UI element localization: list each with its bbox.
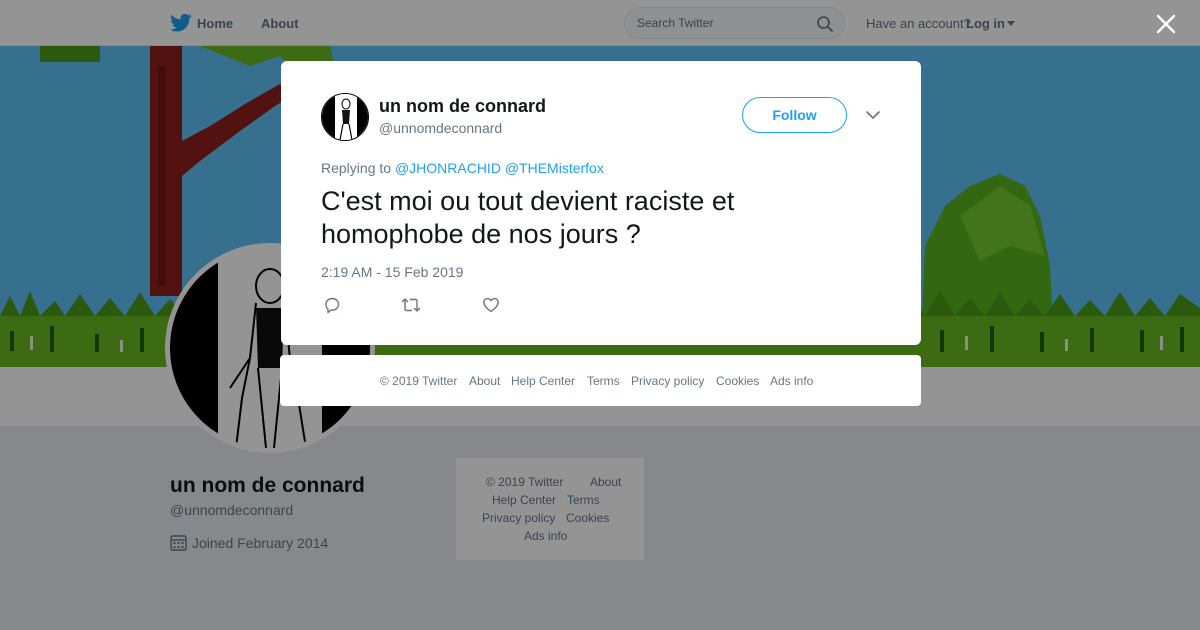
tweet-timestamp[interactable]: 2:19 AM - 15 Feb 2019 <box>321 264 463 280</box>
replying-to: Replying to @JHONRACHID @THEMisterfox <box>321 160 604 176</box>
mention-link[interactable]: @JHONRACHID <box>395 160 501 176</box>
modal-footer-copyright: © 2019 Twitter <box>380 374 458 388</box>
modal-footer: © 2019 Twitter About Help Center Terms P… <box>280 355 921 406</box>
tweet-text: C'est moi ou tout devient raciste et hom… <box>321 186 735 249</box>
modal-footer-cookies-link[interactable]: Cookies <box>716 374 759 388</box>
tweet-author-handle[interactable]: @unnomdeconnard <box>379 120 502 136</box>
retweet-icon[interactable] <box>401 296 421 314</box>
tweet-avatar[interactable] <box>321 93 369 141</box>
modal-footer-terms-link[interactable]: Terms <box>587 374 620 388</box>
tweet-permalink-card: un nom de connard @unnomdeconnard Follow… <box>281 61 921 345</box>
heart-icon[interactable] <box>482 296 500 314</box>
modal-footer-ads-link[interactable]: Ads info <box>770 374 813 388</box>
follow-button[interactable]: Follow <box>742 97 847 133</box>
modal-footer-privacy-link[interactable]: Privacy policy <box>631 374 704 388</box>
close-icon[interactable] <box>1154 12 1178 36</box>
tweet-avatar-image <box>322 94 368 140</box>
chevron-down-icon[interactable] <box>865 108 881 122</box>
replying-prefix: Replying to <box>321 160 392 176</box>
modal-footer-help-link[interactable]: Help Center <box>511 374 575 388</box>
tweet-author-name[interactable]: un nom de connard <box>379 96 546 117</box>
mention-link[interactable]: @THEMisterfox <box>505 160 604 176</box>
reply-icon[interactable] <box>323 296 341 314</box>
modal-footer-about-link[interactable]: About <box>469 374 500 388</box>
